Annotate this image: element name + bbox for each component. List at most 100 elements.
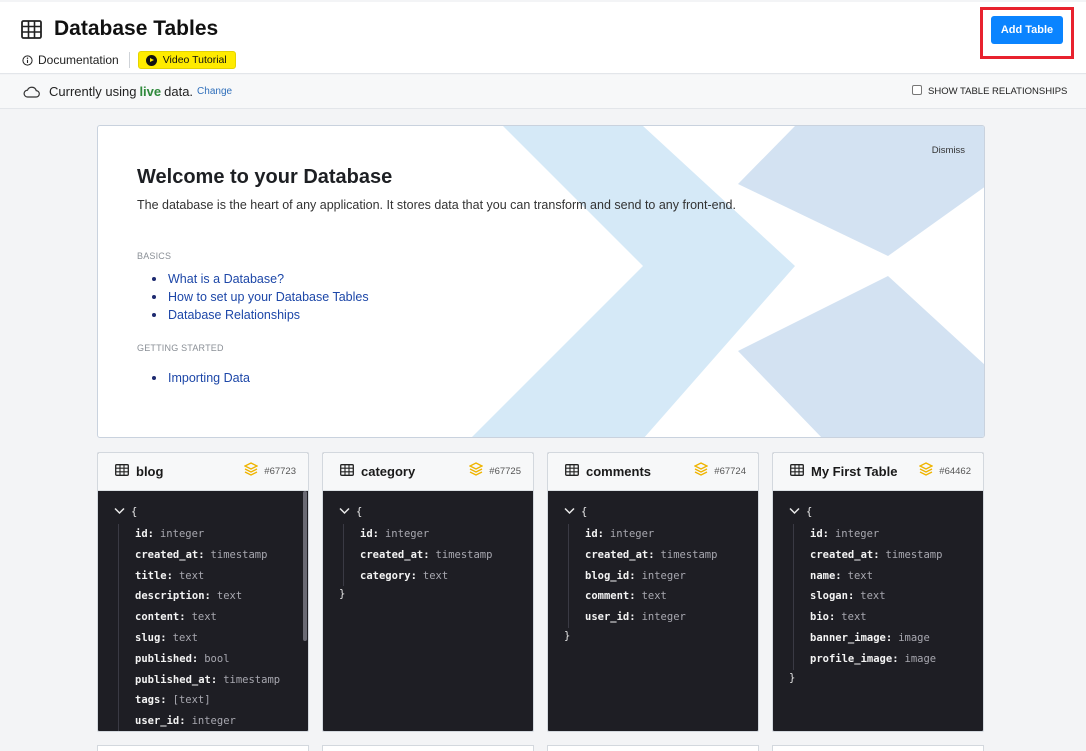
table-card[interactable] (322, 745, 534, 751)
schema-field: created_at: timestamp (810, 545, 983, 566)
field-type: timestamp (435, 548, 493, 561)
show-relationships-toggle[interactable]: SHOW TABLE RELATIONSHIPS (912, 84, 1067, 97)
importing-data-link[interactable]: Importing Data (168, 371, 250, 385)
field-type: integer (159, 528, 205, 540)
table-card-header[interactable]: blog #67723 (98, 453, 308, 491)
table-card-header[interactable]: category #67725 (323, 453, 533, 491)
field-name: category (360, 569, 411, 582)
change-link[interactable]: Change (197, 86, 232, 97)
field-colon: : (210, 673, 218, 686)
field-name: id (135, 528, 148, 540)
field-name: slogan (810, 590, 848, 603)
table-card[interactable] (772, 745, 984, 751)
table-name[interactable]: My First Table (811, 464, 919, 479)
field-colon: : (822, 528, 829, 540)
getting-started-section-label: GETTING STARTED (137, 343, 224, 353)
schema-field: published_at: timestamp (135, 670, 308, 691)
dismiss-link[interactable]: Dismiss (932, 145, 965, 156)
list-item: Importing Data (152, 369, 250, 387)
schema-fields: id: integer created_at: timestamp category: t… (343, 524, 533, 587)
field-name: blog_id (585, 569, 630, 582)
table-schema: {id: integer created_at: timestamp name: text… (773, 491, 983, 688)
field-name: id (585, 528, 598, 540)
chevron-down-icon[interactable] (114, 506, 131, 518)
field-name: created_at (135, 548, 199, 561)
title-row: Database Tables (21, 17, 218, 41)
field-name: banner_image (810, 631, 886, 644)
chevron-down-icon[interactable] (339, 506, 356, 518)
setup-tables-link[interactable]: How to set up your Database Tables (168, 290, 369, 304)
show-relationships-checkbox[interactable] (912, 84, 922, 95)
field-type: text (216, 590, 243, 603)
table-card-header[interactable]: My First Table #64462 (773, 453, 983, 491)
table-schema: {id: integer created_at: timestamp title: tex… (98, 491, 308, 731)
relationships-link[interactable]: Database Relationships (168, 308, 300, 322)
schema-toggle[interactable]: { (564, 504, 758, 520)
table-schema: {id: integer created_at: timestamp blog_id: i… (548, 491, 758, 646)
table-card[interactable] (97, 745, 309, 751)
schema-field: id: integer (360, 524, 533, 545)
field-type: text (841, 611, 867, 624)
table-card[interactable] (547, 745, 759, 751)
header-links: Documentation Video Tutorial (22, 51, 236, 69)
video-tutorial-button[interactable]: Video Tutorial (137, 51, 236, 69)
field-name: title (135, 569, 167, 582)
chevron-down-icon[interactable] (789, 506, 806, 518)
table-id: #64462 (939, 466, 971, 477)
schema-field: user_id: integer (135, 711, 308, 731)
layers-icon (468, 462, 484, 481)
field-colon: : (629, 569, 636, 582)
highlight-box (980, 7, 1074, 59)
schema-field: created_at: timestamp (135, 545, 308, 566)
status-suffix: data. (164, 84, 194, 99)
table-name[interactable]: blog (136, 464, 244, 479)
what-is-database-link[interactable]: What is a Database? (168, 272, 284, 286)
field-type: image (904, 652, 937, 665)
field-name: created_at (810, 548, 874, 561)
chevron-down-icon[interactable] (564, 506, 581, 518)
table-name[interactable]: category (361, 464, 469, 479)
schema-field: published: bool (135, 649, 308, 670)
field-type: timestamp (885, 548, 943, 561)
field-type: timestamp (223, 673, 281, 686)
field-colon: : (423, 548, 430, 561)
layers-icon (243, 462, 259, 481)
play-icon (145, 54, 157, 66)
page-title: Database Tables (54, 17, 219, 40)
schema-field: tags: [text] (135, 690, 308, 711)
schema-toggle[interactable]: { (114, 504, 308, 520)
field-type: [text] (172, 694, 211, 707)
info-icon (22, 54, 33, 66)
schema-field: bio: text (810, 607, 983, 628)
field-name: profile_image (810, 652, 893, 665)
table-card[interactable]: comments #67724 {id: integer created_at: time… (547, 452, 759, 732)
field-type: integer (641, 611, 686, 624)
table-card[interactable]: My First Table #64462 {id: integer created_a… (772, 452, 984, 732)
documentation-link[interactable]: Documentation (22, 53, 119, 67)
schema-toggle[interactable]: { (339, 504, 533, 520)
scrollbar[interactable] (303, 491, 307, 641)
schema-field: description: text (135, 586, 308, 607)
field-name: published_at (135, 673, 211, 686)
field-colon: : (191, 652, 199, 665)
table-card-header[interactable]: comments #67724 (548, 453, 758, 491)
welcome-title: Welcome to your Database (137, 166, 393, 188)
table-card[interactable]: blog #67723 {id: integer created_at: timestam… (97, 452, 309, 732)
schema-field: user_id: integer (585, 607, 758, 628)
schema-field: content: text (135, 607, 308, 628)
schema-fields: id: integer created_at: timestamp name: text s… (793, 524, 983, 670)
field-type: bool (204, 652, 230, 665)
schema-toggle[interactable]: { (789, 504, 983, 520)
cloud-icon (23, 86, 40, 98)
field-type: integer (641, 569, 686, 582)
table-id: #67725 (489, 466, 521, 477)
table-name[interactable]: comments (586, 464, 694, 479)
field-name: created_at (360, 548, 424, 561)
table-id: #67724 (714, 466, 746, 477)
field-type: image (898, 631, 930, 644)
field-name: name (810, 569, 836, 582)
table-card[interactable]: category #67725 { id: integer created_at: time… (322, 452, 534, 732)
field-colon: : (160, 694, 167, 707)
open-brace: { (131, 506, 138, 518)
schema-field: category: text (360, 566, 533, 587)
